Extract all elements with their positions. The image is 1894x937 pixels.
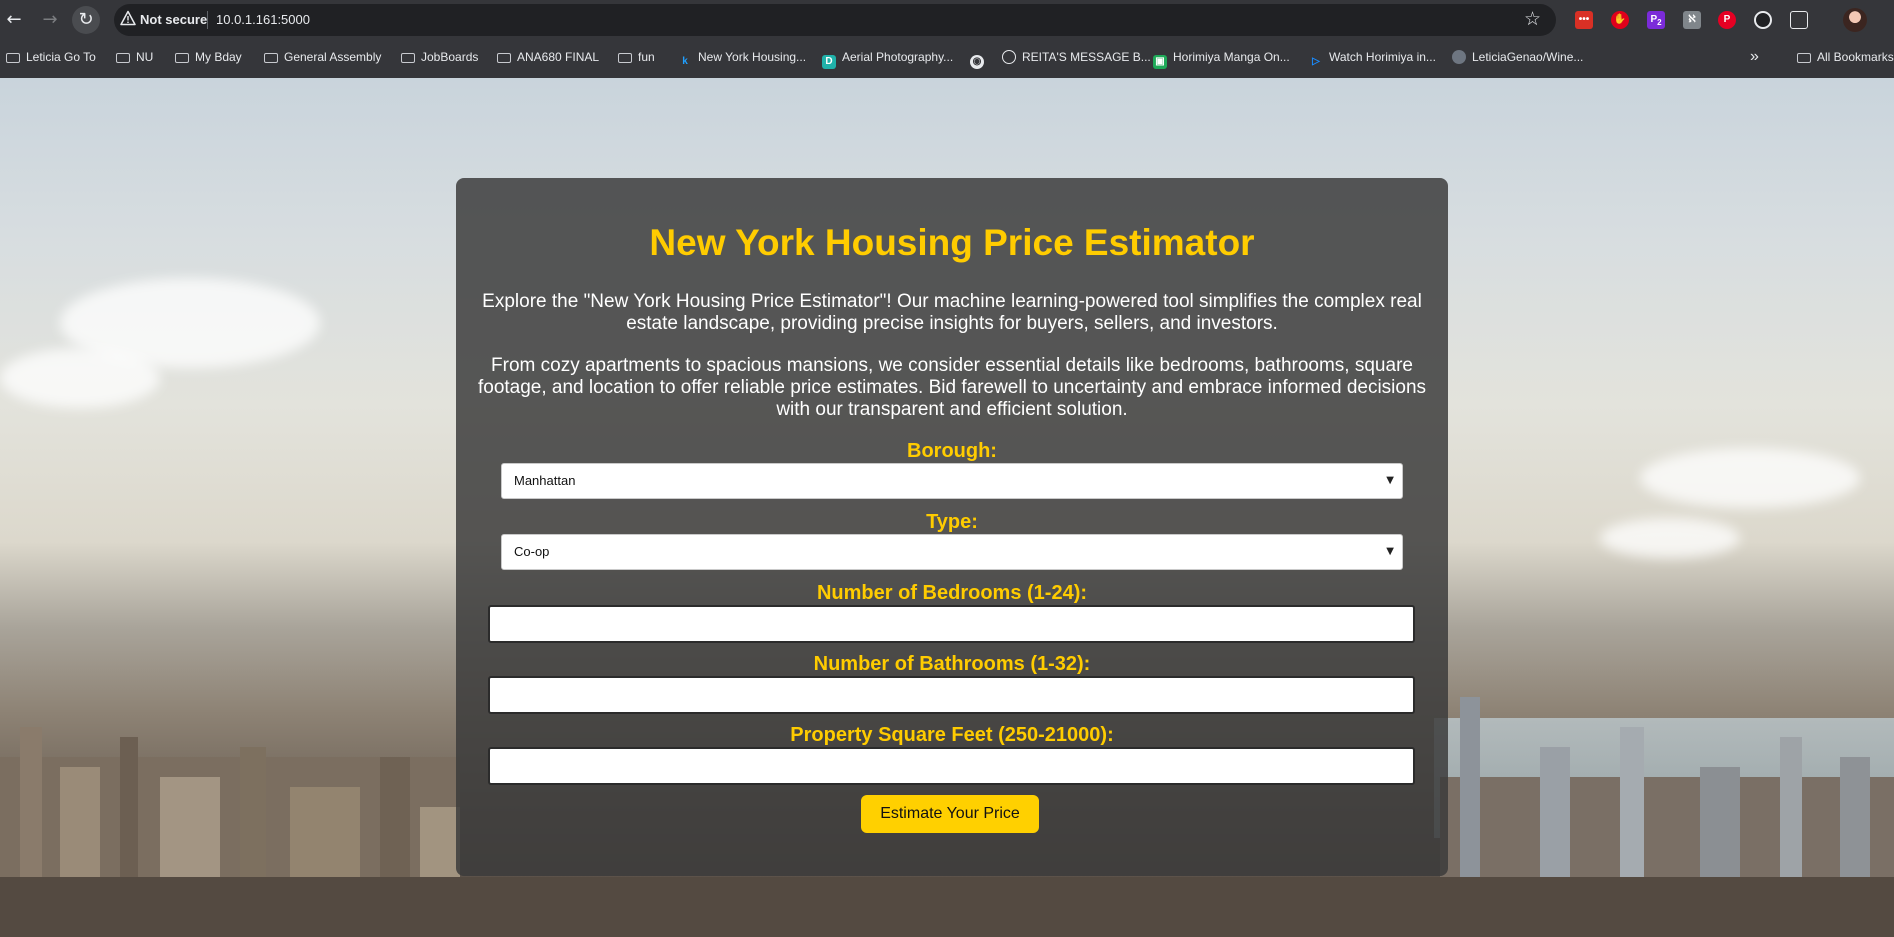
warning-icon — [120, 10, 136, 26]
bookmark-folder[interactable]: fun — [618, 48, 655, 66]
bookmark-label: New York Housing... — [698, 50, 807, 64]
url-text[interactable]: 10.0.1.161:5000 — [216, 12, 310, 27]
bookmark-site[interactable]: ▷ Watch Horimiya in... — [1309, 48, 1436, 67]
bookmark-folder[interactable]: General Assembly — [264, 48, 381, 66]
play-favicon-icon: ▷ — [1312, 56, 1320, 67]
estimator-card: New York Housing Price Estimator Explore… — [456, 178, 1448, 876]
bookmark-label: JobBoards — [421, 50, 479, 64]
bookmark-label: REITA'S MESSAGE B... — [1022, 50, 1151, 64]
details-paragraph: From cozy apartments to spacious mansion… — [477, 355, 1427, 420]
bedrooms-label: Number of Bedrooms (1-24): — [816, 582, 1088, 604]
bookmark-label: Leticia Go To — [26, 50, 96, 64]
bookmark-site[interactable]: D Aerial Photography... — [822, 48, 954, 69]
type-select[interactable]: Co-op ▼ — [501, 534, 1403, 570]
back-icon[interactable]: ← — [0, 6, 28, 34]
github-favicon-icon — [1452, 50, 1466, 64]
bookmark-label: LeticiaGenao/Wine... — [1472, 50, 1584, 64]
bookmark-site[interactable]: REITA'S MESSAGE B... — [1002, 48, 1151, 66]
d-favicon-icon: D — [822, 55, 836, 69]
type-selected-value: Co-op — [514, 544, 550, 559]
grey-extension-icon[interactable]: ℵ — [1683, 11, 1701, 29]
bookmark-label: Horimiya Manga On... — [1173, 50, 1290, 64]
bookmark-label: All Bookmarks — [1817, 50, 1894, 64]
all-bookmarks-folder[interactable]: All Bookmarks — [1797, 48, 1894, 66]
lastpass-extension-icon[interactable]: ••• — [1575, 11, 1593, 29]
more-bookmarks-icon[interactable]: » — [1750, 48, 1759, 66]
bedrooms-input[interactable] — [488, 605, 1415, 643]
bookmark-folder[interactable]: ANA680 FINAL — [497, 48, 599, 66]
bookmark-site[interactable]: LeticiaGenao/Wine... — [1452, 48, 1583, 66]
globe-favicon-icon: ◉ — [970, 55, 984, 69]
page-title: New York Housing Price Estimator — [649, 222, 1255, 263]
bookmark-label: Watch Horimiya in... — [1329, 50, 1436, 64]
bookmark-folder[interactable]: JobBoards — [401, 48, 478, 66]
pinterest-extension-icon[interactable]: P — [1718, 11, 1736, 29]
bookmark-label: NU — [136, 50, 154, 64]
folder-icon — [116, 53, 130, 63]
bookmark-label: Aerial Photography... — [842, 50, 954, 64]
folder-icon — [401, 53, 415, 63]
folder-icon — [1797, 53, 1811, 63]
browser-chrome: ← → ↻ Not secure 10.0.1.161:5000 ☆ ••• ✋… — [0, 0, 1894, 78]
bookmark-folder[interactable]: Leticia Go To — [6, 48, 96, 66]
k-favicon-icon: k — [682, 56, 688, 67]
folder-icon — [6, 53, 20, 63]
chevron-down-icon: ▼ — [1386, 546, 1394, 557]
bookmark-star-icon[interactable]: ☆ — [1524, 8, 1541, 30]
intro-paragraph: Explore the "New York Housing Price Esti… — [482, 291, 1422, 334]
borough-label: Borough: — [907, 440, 997, 462]
background-cloud — [1640, 448, 1860, 508]
security-status[interactable]: Not secure — [140, 12, 207, 27]
bookmark-site[interactable]: ◉ — [970, 48, 990, 69]
reload-icon[interactable]: ↻ — [72, 6, 100, 34]
estimate-button[interactable]: Estimate Your Price — [861, 795, 1039, 833]
bookmark-label: General Assembly — [284, 50, 382, 64]
background-cloud — [0, 348, 160, 408]
bookmarks-bar: Leticia Go To NU My Bday General Assembl… — [0, 44, 1894, 70]
chevron-down-icon: ▼ — [1386, 475, 1394, 486]
folder-icon — [264, 53, 278, 63]
adblock-extension-icon[interactable]: ✋ — [1611, 11, 1629, 29]
bookmark-folder[interactable]: NU — [116, 48, 153, 66]
forward-icon[interactable]: → — [36, 6, 64, 34]
bookmark-label: fun — [638, 50, 655, 64]
omnibox-divider — [207, 11, 208, 29]
borough-selected-value: Manhattan — [514, 473, 576, 488]
bookmark-folder[interactable]: My Bday — [175, 48, 242, 66]
background-cloud — [1600, 518, 1740, 558]
bookmark-site[interactable]: ▣ Horimiya Manga On... — [1153, 48, 1290, 69]
globe-icon — [1002, 50, 1016, 64]
folder-icon — [497, 53, 511, 63]
search-extension-icon[interactable] — [1754, 11, 1772, 29]
type-label: Type: — [926, 511, 978, 533]
manga-favicon-icon: ▣ — [1153, 55, 1167, 69]
square-feet-input[interactable] — [488, 747, 1415, 785]
bathrooms-label: Number of Bathrooms (1-32): — [813, 653, 1091, 675]
page-viewport: New York Housing Price Estimator Explore… — [0, 78, 1894, 937]
folder-icon — [618, 53, 632, 63]
profile-avatar[interactable] — [1843, 8, 1867, 32]
bookmark-label: ANA680 FINAL — [517, 50, 600, 64]
borough-select[interactable]: Manhattan ▼ — [501, 463, 1403, 499]
extensions-puzzle-icon[interactable] — [1790, 11, 1808, 29]
folder-icon — [175, 53, 189, 63]
bookmark-label: My Bday — [195, 50, 242, 64]
bathrooms-input[interactable] — [488, 676, 1415, 714]
bookmark-site[interactable]: k New York Housing... — [678, 48, 807, 67]
p-extension-icon[interactable]: P2 — [1647, 11, 1665, 29]
square-feet-label: Property Square Feet (250-21000): — [790, 724, 1114, 746]
address-bar[interactable] — [114, 4, 1556, 36]
browser-toolbar: ← → ↻ Not secure 10.0.1.161:5000 ☆ ••• ✋… — [0, 0, 1894, 40]
